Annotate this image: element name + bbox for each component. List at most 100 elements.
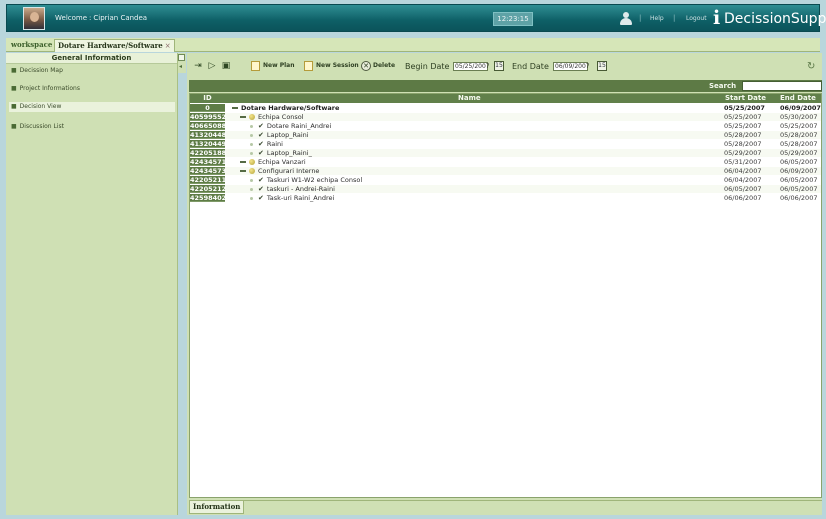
tree-dot-icon xyxy=(250,187,253,191)
app-header: Welcome: Ciprian Candea 12:23:15 | Help |… xyxy=(6,4,826,32)
row-end-date: 05/25/2007 xyxy=(780,122,818,130)
row-end-date: 06/06/2007 xyxy=(780,194,818,202)
row-end-date: 05/29/2007 xyxy=(780,149,818,157)
table-row[interactable]: 40599552 Echipa Consol 05/25/2007 05/30/… xyxy=(190,113,821,121)
check-icon: ✔ xyxy=(258,185,264,193)
sidebar-collapse[interactable]: ◂ xyxy=(178,53,186,73)
tree-dot-icon xyxy=(250,178,253,182)
row-name-text: Laptop_Raini xyxy=(266,131,309,139)
sidebar-item-decission-map[interactable]: ■ Decission Map xyxy=(9,66,175,76)
table-row[interactable]: 41320449 ✔ Raini 05/28/2007 05/28/2007 xyxy=(190,140,821,148)
row-name-text: Configurari Interne xyxy=(258,167,320,175)
begin-date-label: Begin Date xyxy=(405,62,450,71)
new-session-button[interactable]: New Session xyxy=(304,60,359,72)
row-end-date: 05/30/2007 xyxy=(780,113,818,121)
search-input[interactable] xyxy=(742,81,822,91)
collapse-icon[interactable] xyxy=(240,170,246,172)
column-header-id[interactable]: ID xyxy=(190,94,225,103)
table-row[interactable]: 41320448 ✔ Laptop_Raini 05/28/2007 05/28/… xyxy=(190,131,821,139)
row-name: ✔ Laptop_Raini xyxy=(250,131,309,139)
search-label: Search xyxy=(709,82,737,90)
user-icon[interactable] xyxy=(619,12,633,26)
table-row[interactable]: 42205211 ✔ Taskuri W1-W2 echipa Consol 06… xyxy=(190,176,821,184)
row-name: ✔ Laptop_Raini_ xyxy=(250,149,312,157)
tab-dotare-hardware-software[interactable]: Dotare Hardware/Software × xyxy=(54,39,175,52)
header-divider: | xyxy=(673,14,676,22)
group-icon xyxy=(249,159,255,165)
table-row[interactable]: 40665088 ✔ Dotare Raini_Andrei 05/25/2007… xyxy=(190,122,821,130)
table-row[interactable]: 42434573 Configurari Interne 06/04/2007 … xyxy=(190,167,821,175)
row-name: ✔ taskuri - Andrei-Raini xyxy=(250,185,335,193)
panel-toggle-icon[interactable] xyxy=(178,54,185,61)
sidebar-item-label: Discussion List xyxy=(19,123,64,130)
table-row[interactable]: 42434571 Echipa Vanzari 05/31/2007 06/05… xyxy=(190,158,821,166)
toolbar: ⇥ ▷ ▣ New Plan New Session ✕ Delete Begin… xyxy=(187,53,822,78)
welcome-label: Welcome xyxy=(55,14,88,22)
begin-date-field[interactable]: 05/25/2007 xyxy=(453,62,490,71)
check-icon: ✔ xyxy=(258,194,264,202)
sidebar-item-discussion-list[interactable]: ■ Discussion List xyxy=(9,122,175,132)
bullet-icon: ■ xyxy=(11,85,17,92)
document-icon xyxy=(304,60,313,71)
row-start-date: 06/04/2007 xyxy=(724,167,762,175)
tree-dot-icon xyxy=(250,142,253,146)
row-name-text: Taskuri W1-W2 echipa Consol xyxy=(266,176,363,184)
sidebar-title: General Information xyxy=(6,53,177,64)
column-header-start-date[interactable]: Start Date xyxy=(725,94,766,103)
row-end-date: 05/28/2007 xyxy=(780,140,818,148)
column-header-name[interactable]: Name xyxy=(458,94,481,103)
check-icon: ✔ xyxy=(258,149,264,157)
row-name-text: Task-uri Raini_Andrei xyxy=(266,194,335,202)
row-name-text: Dotare Raini_Andrei xyxy=(266,122,332,130)
search-bar: Search xyxy=(189,80,822,92)
tab-workspace[interactable]: workspace xyxy=(8,39,55,52)
row-id: 42434571 xyxy=(190,158,227,166)
collapse-icon[interactable] xyxy=(240,161,246,163)
row-id: 42205211 xyxy=(190,176,227,184)
row-id: 42598402 xyxy=(190,194,227,202)
row-id: 0 xyxy=(190,104,225,112)
bullet-icon: ■ xyxy=(11,103,17,110)
row-name: Configurari Interne xyxy=(240,167,319,175)
group-icon xyxy=(249,114,255,120)
row-end-date: 05/28/2007 xyxy=(780,131,818,139)
close-icon[interactable]: × xyxy=(165,42,171,50)
logout-link[interactable]: Logout xyxy=(686,15,707,22)
table-row[interactable]: 0 Dotare Hardware/Software 05/25/2007 06… xyxy=(190,104,821,112)
end-date-label: End Date xyxy=(512,62,549,71)
column-header-end-date[interactable]: End Date xyxy=(780,94,816,103)
sidebar: General Information ■ Decission Map ■ Proj… xyxy=(6,53,178,515)
collapse-icon[interactable] xyxy=(232,107,238,109)
end-date-field[interactable]: 06/09/2007 xyxy=(553,62,590,71)
sidebar-item-project-informations[interactable]: ■ Project Informations xyxy=(9,84,175,94)
sidebar-item-decision-view[interactable]: ■ Decision View xyxy=(9,102,175,112)
calendar-icon[interactable]: 15 xyxy=(597,61,607,71)
calendar-icon[interactable]: 15 xyxy=(494,61,504,71)
tab-information[interactable]: Information xyxy=(189,501,245,514)
bullet-icon: ■ xyxy=(11,67,17,74)
table-row[interactable]: 42205188 ✔ Laptop_Raini_ 05/29/2007 05/29… xyxy=(190,149,821,157)
refresh-icon[interactable]: ↻ xyxy=(807,61,815,72)
new-plan-button[interactable]: New Plan xyxy=(251,60,295,72)
row-end-date: 06/05/2007 xyxy=(780,176,818,184)
user-name: Ciprian Candea xyxy=(93,14,148,22)
brand-logo-i: i xyxy=(713,7,721,29)
table-row[interactable]: 42598402 ✔ Task-uri Raini_Andrei 06/06/20… xyxy=(190,194,821,202)
table-row[interactable]: 42205212 ✔ taskuri - Andrei-Raini 06/05/2… xyxy=(190,185,821,193)
window-icon[interactable]: ▣ xyxy=(221,61,231,71)
row-start-date: 05/25/2007 xyxy=(724,113,762,121)
delete-button[interactable]: ✕ Delete xyxy=(361,60,395,72)
chevron-left-icon[interactable]: ◂ xyxy=(179,63,182,70)
row-name: ✔ Task-uri Raini_Andrei xyxy=(250,194,334,202)
row-id: 40665088 xyxy=(190,122,227,130)
clock-display: 12:23:15 xyxy=(493,12,533,26)
collapse-icon[interactable] xyxy=(240,116,246,118)
bullet-icon: ■ xyxy=(11,123,17,130)
play-icon[interactable]: ▷ xyxy=(207,61,217,71)
help-link[interactable]: Help xyxy=(650,15,664,22)
sidebar-item-label: Decission Map xyxy=(19,67,63,74)
indent-icon[interactable]: ⇥ xyxy=(193,61,203,71)
welcome-separator: : xyxy=(89,14,92,22)
delete-label: Delete xyxy=(373,62,396,69)
row-start-date: 05/29/2007 xyxy=(724,149,762,157)
